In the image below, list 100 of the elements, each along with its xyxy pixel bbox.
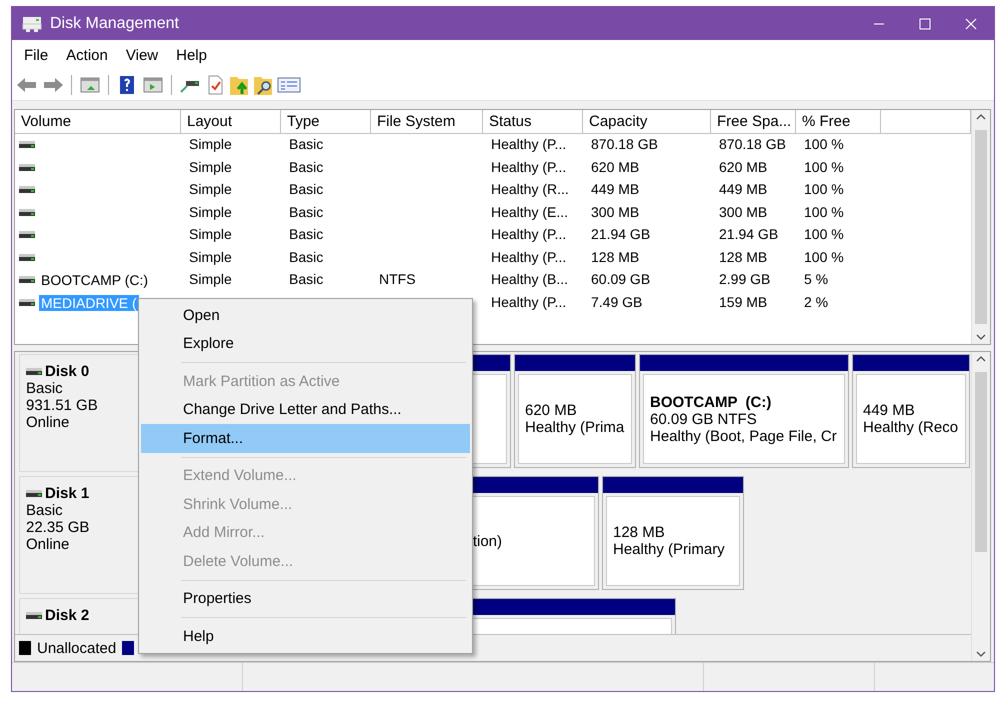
close-icon[interactable] xyxy=(965,18,977,30)
menu-item[interactable]: File xyxy=(18,44,54,66)
table-cell: Simple xyxy=(189,271,232,287)
column-header[interactable]: File System xyxy=(371,110,483,134)
context-menu-item[interactable]: Change Drive Letter and Paths... xyxy=(141,396,470,424)
partition-info: Healthy (Boot, Page File, Cr xyxy=(650,428,838,444)
column-header[interactable]: Volume xyxy=(15,110,181,134)
table-cell: 100 % xyxy=(804,226,844,242)
table-cell: 300 MB xyxy=(719,204,768,220)
disk-label-panel[interactable]: Disk 0 Basic 931.51 GB Online xyxy=(19,354,141,472)
table-cell: 100 % xyxy=(804,158,844,174)
table-cell: Simple xyxy=(189,181,232,197)
legend-label: Unallocated xyxy=(37,640,116,656)
context-menu-item[interactable]: Help xyxy=(141,622,470,650)
forward-arrow-icon[interactable] xyxy=(42,76,64,94)
partition-info: tion) xyxy=(472,532,502,550)
table-cell: 620 MB xyxy=(719,158,768,174)
table-cell: 449 MB xyxy=(591,181,640,197)
scroll-up-icon[interactable] xyxy=(976,356,986,362)
back-arrow-icon[interactable] xyxy=(16,76,38,94)
maximize-icon[interactable] xyxy=(919,18,931,30)
disk-label-panel[interactable]: Disk 1 Basic 22.35 GB Online xyxy=(19,476,141,594)
volume-name[interactable]: BOOTCAMP (C:) xyxy=(39,272,150,288)
menu-item[interactable]: Action xyxy=(60,44,114,66)
table-cell: Simple xyxy=(189,248,232,264)
menu-item[interactable]: Help xyxy=(170,44,213,66)
partition-block[interactable]: 128 MB Healthy (Primary xyxy=(602,476,744,590)
table-cell: Basic xyxy=(289,204,324,220)
table-cell: 870.18 GB xyxy=(719,136,786,152)
context-menu-item[interactable]: Open xyxy=(141,301,470,330)
table-cell: Basic xyxy=(289,136,324,152)
folder-search-icon[interactable] xyxy=(253,74,273,96)
scroll-up-icon[interactable] xyxy=(976,114,986,120)
table-cell: Healthy (E... xyxy=(491,204,568,220)
disk-label-panel[interactable]: Disk 2 xyxy=(19,598,141,634)
partition-info: 60.09 GB NTFS xyxy=(650,410,758,428)
table-cell: Simple xyxy=(189,136,232,152)
scrollbar[interactable] xyxy=(971,352,990,661)
scroll-down-icon[interactable] xyxy=(976,651,986,657)
context-menu-item[interactable]: Explore xyxy=(141,330,470,358)
table-cell: Simple xyxy=(189,158,232,174)
table-cell: NTFS xyxy=(379,271,416,287)
table-cell: Basic xyxy=(289,181,324,197)
table-cell: 128 MB xyxy=(719,248,768,264)
disk-management-icon xyxy=(22,14,42,32)
partition-info: Healthy (Reco xyxy=(863,419,959,436)
column-header[interactable]: Capacity xyxy=(583,110,711,134)
table-cell: Healthy (P... xyxy=(491,226,566,242)
partition-block[interactable]: 449 MB Healthy (Reco xyxy=(852,354,970,468)
column-header[interactable]: % Free xyxy=(796,110,881,134)
disk-info: Basic xyxy=(26,502,64,519)
table-cell: Basic xyxy=(289,271,324,287)
partition-info: 620 MB xyxy=(525,402,578,419)
table-cell: Simple xyxy=(189,204,232,220)
table-cell: Basic xyxy=(289,226,324,242)
table-cell: 100 % xyxy=(804,204,844,220)
disk-name: Disk 0 xyxy=(45,363,90,380)
console-icon[interactable] xyxy=(79,76,101,94)
table-cell: Basic xyxy=(289,158,324,174)
table-cell: 620 MB xyxy=(591,158,640,174)
table-cell: 21.94 GB xyxy=(719,226,778,242)
table-cell: 60.09 GB xyxy=(591,271,650,287)
disk-info: 22.35 GB xyxy=(26,519,90,536)
list-icon[interactable] xyxy=(277,76,301,94)
table-cell: 100 % xyxy=(804,136,844,152)
partition-info: Healthy (Prima xyxy=(525,419,625,436)
table-cell: 159 MB xyxy=(719,294,768,310)
disk-info: Online xyxy=(26,536,70,553)
table-cell: 128 MB xyxy=(591,248,640,264)
disk-info: 931.51 GB xyxy=(26,397,99,414)
folder-arrow-icon[interactable] xyxy=(229,74,249,96)
partition-title: BOOTCAMP (C:) xyxy=(650,394,772,410)
column-header[interactable]: Type xyxy=(281,110,371,134)
column-header[interactable]: Status xyxy=(483,110,583,134)
scroll-down-icon[interactable] xyxy=(976,334,986,340)
context-menu-item[interactable]: Format... xyxy=(141,424,470,452)
column-header[interactable]: Layout xyxy=(181,110,281,134)
table-cell: Basic xyxy=(289,248,324,264)
disk-info: Basic xyxy=(26,380,64,397)
disk-name: Disk 2 xyxy=(45,607,90,624)
window-title: Disk Management xyxy=(50,14,180,32)
context-menu-item[interactable]: Properties xyxy=(141,584,470,613)
table-cell: 100 % xyxy=(804,181,844,197)
table-cell: Healthy (B... xyxy=(491,271,568,287)
table-cell: 21.94 GB xyxy=(591,226,650,242)
table-cell: 5 % xyxy=(804,271,828,287)
table-cell: 449 MB xyxy=(719,181,768,197)
table-cell: 100 % xyxy=(804,248,844,264)
table-cell: 7.49 GB xyxy=(591,294,642,310)
scrollbar[interactable] xyxy=(971,110,990,344)
partition-block[interactable]: BOOTCAMP (C:) 60.09 GB NTFS Healthy (Boot, Page File, Cr xyxy=(639,354,849,468)
table-cell: Healthy (P... xyxy=(491,158,566,174)
column-header[interactable]: Free Spa... xyxy=(711,110,796,134)
table-cell: Simple xyxy=(189,226,232,242)
disk-name: Disk 1 xyxy=(45,485,90,502)
partition-info: 128 MB xyxy=(613,524,666,541)
menu-item[interactable]: View xyxy=(120,44,164,66)
partition-block[interactable]: 620 MB Healthy (Prima xyxy=(514,354,636,468)
table-cell: 2 % xyxy=(804,294,828,310)
table-cell: 2.99 GB xyxy=(719,271,770,287)
